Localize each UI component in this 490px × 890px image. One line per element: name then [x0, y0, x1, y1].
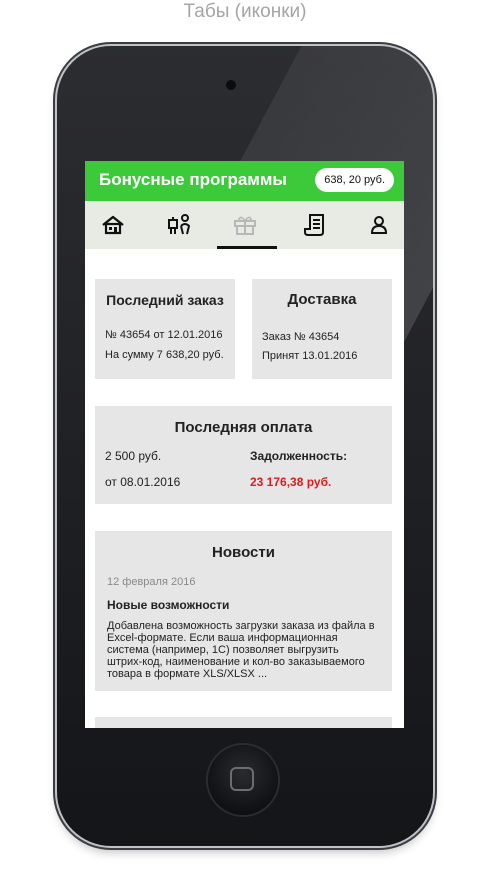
- tab-home[interactable]: [85, 201, 141, 249]
- tab-receipts[interactable]: [287, 201, 343, 249]
- balance-badge[interactable]: 638, 20 руб.: [315, 168, 394, 192]
- page-caption: Табы (иконки): [183, 1, 307, 22]
- news-body: Добавлена возможность загрузки заказа из…: [107, 620, 375, 680]
- front-camera: [226, 80, 236, 90]
- delivery-card[interactable]: Доставка Заказ № 43654 Принят 13.01.2016: [252, 279, 392, 379]
- last-order-number: № 43654 от 12.01.2016: [105, 329, 223, 341]
- last-payment-amount: 2 500 руб.: [105, 449, 162, 463]
- app-screen: Бонусные программы 638, 20 руб. Последни…: [85, 161, 404, 728]
- app-header: Бонусные программы 638, 20 руб.: [85, 161, 404, 201]
- user-icon: [370, 216, 388, 234]
- news-headline[interactable]: Новые возможности: [107, 598, 229, 612]
- delivery-title: Доставка: [287, 291, 357, 308]
- last-order-sum: На сумму 7 638,20 руб.: [105, 349, 224, 361]
- news-date: 12 февраля 2016: [107, 576, 196, 588]
- delivery-accepted: Принят 13.01.2016: [262, 350, 358, 362]
- home-button[interactable]: [208, 745, 278, 815]
- news-title: Новости: [212, 544, 275, 561]
- last-order-card[interactable]: Последний заказ № 43654 от 12.01.2016 На…: [95, 279, 235, 379]
- last-payment-title: Последняя оплата: [174, 419, 313, 436]
- tab-delivery[interactable]: [152, 201, 208, 249]
- home-square-icon: [230, 767, 254, 791]
- tab-bar: [85, 201, 404, 249]
- home-icon: [102, 215, 124, 235]
- last-payment-card[interactable]: Последняя оплата 2 500 руб. от 08.01.201…: [95, 406, 392, 504]
- receipt-icon: [304, 214, 324, 236]
- page-title: Бонусные программы: [99, 170, 287, 189]
- next-card: [95, 717, 392, 728]
- active-tab-indicator: [217, 246, 277, 249]
- news-card[interactable]: Новости 12 февраля 2016 Новые возможност…: [95, 531, 392, 691]
- tab-bonuses[interactable]: [217, 201, 273, 249]
- debt-label: Задолженность:: [250, 449, 348, 463]
- debt-value: 23 176,38 руб.: [250, 475, 332, 489]
- person-delivery-icon: [168, 214, 191, 235]
- gift-icon: [234, 216, 256, 235]
- last-order-title: Последний заказ: [106, 292, 224, 308]
- tab-profile[interactable]: [351, 201, 404, 249]
- last-payment-date: от 08.01.2016: [105, 475, 181, 489]
- delivery-order: Заказ № 43654: [262, 331, 340, 343]
